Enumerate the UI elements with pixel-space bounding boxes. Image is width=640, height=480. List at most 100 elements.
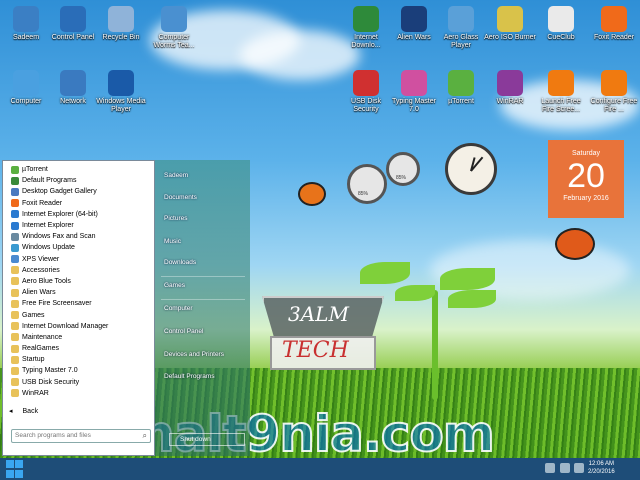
- program-item[interactable]: Default Programs: [3, 175, 154, 186]
- calendar-gadget[interactable]: Saturday 20 February 2016: [548, 140, 624, 218]
- control-panel-icon: [60, 6, 86, 32]
- desktop-icon-label: Alien Wars: [397, 34, 431, 41]
- clock-gadget[interactable]: [445, 143, 497, 195]
- fire-icon: [601, 70, 627, 96]
- desktop-icon[interactable]: Control Panel: [47, 6, 99, 42]
- desktop-icon-label: Aero Glass Player: [443, 34, 479, 49]
- program-item[interactable]: WinRAR: [3, 388, 154, 399]
- volume-tray-icon[interactable]: [560, 463, 570, 473]
- folder-icon: [11, 389, 19, 398]
- desktop: Sadeem Control Panel Recycle Bin Computer W…: [0, 0, 640, 458]
- program-item[interactable]: Desktop Gadget Gallery: [3, 186, 154, 197]
- program-item[interactable]: Typing Master 7.0: [3, 365, 154, 376]
- start-menu-link[interactable]: Games: [164, 282, 185, 289]
- program-item[interactable]: Windows Fax and Scan: [3, 231, 154, 242]
- memory-meter-gadget[interactable]: 85%: [386, 152, 420, 186]
- start-menu-link[interactable]: Pictures: [164, 215, 187, 222]
- start-menu-link[interactable]: Computer: [164, 305, 193, 312]
- desktop-icon-label: Internet Downlo...: [351, 34, 381, 49]
- program-item[interactable]: Maintenance: [3, 332, 154, 343]
- meter-value: 85%: [396, 175, 407, 181]
- program-item[interactable]: USB Disk Security: [3, 377, 154, 388]
- desktop-icon[interactable]: Aero ISO Burner: [484, 6, 536, 42]
- program-item[interactable]: Internet Download Manager: [3, 321, 154, 332]
- start-menu-link[interactable]: Downloads: [164, 259, 196, 266]
- search-input[interactable]: [15, 432, 125, 439]
- program-item[interactable]: Accessories: [3, 265, 154, 276]
- desktop-icon[interactable]: Configure Free Fire ...: [588, 70, 640, 114]
- desktop-icon[interactable]: Windows Media Player: [95, 70, 147, 114]
- program-item[interactable]: Foxit Reader: [3, 198, 154, 209]
- desktop-icon[interactable]: Computer Worms Tea...: [148, 6, 200, 50]
- program-item[interactable]: Internet Explorer: [3, 220, 154, 231]
- program-item[interactable]: µTorrent: [3, 164, 154, 175]
- desktop-icon[interactable]: CueClub: [535, 6, 587, 42]
- desktop-icon[interactable]: Network: [47, 70, 99, 106]
- program-list: µTorrent Default Programs Desktop Gadget G…: [3, 161, 154, 399]
- windows-logo-icon: [6, 460, 14, 468]
- program-item[interactable]: Alien Wars: [3, 287, 154, 298]
- folder-icon: [11, 378, 19, 387]
- start-menu-link[interactable]: Documents: [164, 194, 197, 201]
- desktop-icon[interactable]: µTorrent: [435, 70, 487, 106]
- search-box[interactable]: ⌕: [11, 429, 151, 443]
- program-label: XPS Viewer: [22, 255, 60, 263]
- utorrent-icon: [448, 70, 474, 96]
- start-menu-link[interactable]: Devices and Printers: [164, 351, 224, 358]
- back-label: Back: [22, 407, 39, 415]
- flag-tray-icon[interactable]: [574, 463, 584, 473]
- start-menu-link[interactable]: Music: [164, 238, 181, 245]
- program-item[interactable]: Free Fire Screensaver: [3, 298, 154, 309]
- desktop-icon[interactable]: Aero Glass Player: [435, 6, 487, 50]
- ladybug-icon: [298, 182, 326, 206]
- start-menu-link[interactable]: Control Panel: [164, 328, 203, 335]
- desktop-icon[interactable]: Sadeem: [0, 6, 52, 42]
- search-icon[interactable]: ⌕: [143, 431, 147, 441]
- program-item[interactable]: Aero Blue Tools: [3, 276, 154, 287]
- tray-clock[interactable]: 12:06 AM 2/20/2016: [588, 460, 615, 476]
- program-item[interactable]: RealGames: [3, 343, 154, 354]
- calendar-day: 20: [567, 157, 605, 195]
- desktop-icon[interactable]: WinRAR: [484, 70, 536, 106]
- desktop-icon[interactable]: Launch Free Fire Scree...: [535, 70, 587, 114]
- program-item[interactable]: Startup: [3, 354, 154, 365]
- app-icon: [11, 255, 19, 264]
- cpu-meter-gadget[interactable]: 85%: [347, 164, 387, 204]
- program-label: Windows Update: [22, 244, 75, 252]
- folder-icon: [11, 344, 19, 353]
- program-label: Aero Blue Tools: [22, 277, 71, 285]
- back-button[interactable]: ◂ Back: [9, 407, 39, 416]
- program-item[interactable]: Games: [3, 309, 154, 320]
- start-menu-link[interactable]: Sadeem: [164, 172, 188, 179]
- program-label: Internet Download Manager: [22, 322, 109, 330]
- network-tray-icon[interactable]: [545, 463, 555, 473]
- desktop-icon[interactable]: Alien Wars: [388, 6, 440, 42]
- desktop-icon[interactable]: Recycle Bin: [95, 6, 147, 42]
- start-menu-link[interactable]: Default Programs: [164, 373, 215, 380]
- program-item[interactable]: Windows Update: [3, 242, 154, 253]
- app-icon: [11, 243, 19, 252]
- desktop-icon-label: WinRAR: [496, 98, 524, 105]
- shutdown-button[interactable]: Shut down: [169, 433, 245, 446]
- calendar-day-name: Saturday: [571, 150, 601, 157]
- app-icon: [11, 221, 19, 230]
- alien-wars-icon: [401, 6, 427, 32]
- program-label: µTorrent: [22, 166, 48, 174]
- desktop-icon[interactable]: Typing Master 7.0: [388, 70, 440, 114]
- program-label: Typing Master 7.0: [22, 367, 78, 375]
- desktop-icon[interactable]: Foxit Reader: [588, 6, 640, 42]
- program-item[interactable]: Internet Explorer (64-bit): [3, 209, 154, 220]
- program-item[interactable]: XPS Viewer: [3, 254, 154, 265]
- start-button[interactable]: [6, 460, 24, 478]
- program-label: Internet Explorer (64-bit): [22, 210, 98, 218]
- desktop-icon-label: Windows Media Player: [96, 98, 146, 113]
- desktop-icon-label: Typing Master 7.0: [392, 98, 436, 113]
- desktop-icon[interactable]: Computer: [0, 70, 52, 106]
- desktop-icon[interactable]: USB Disk Security: [340, 70, 392, 114]
- recycle-bin-icon: [108, 6, 134, 32]
- cueclub-icon: [548, 6, 574, 32]
- typing-icon: [401, 70, 427, 96]
- desktop-icon-label: Configure Free Fire ...: [590, 98, 638, 113]
- folder-user-icon: [13, 6, 39, 32]
- desktop-icon[interactable]: Internet Downlo...: [340, 6, 392, 50]
